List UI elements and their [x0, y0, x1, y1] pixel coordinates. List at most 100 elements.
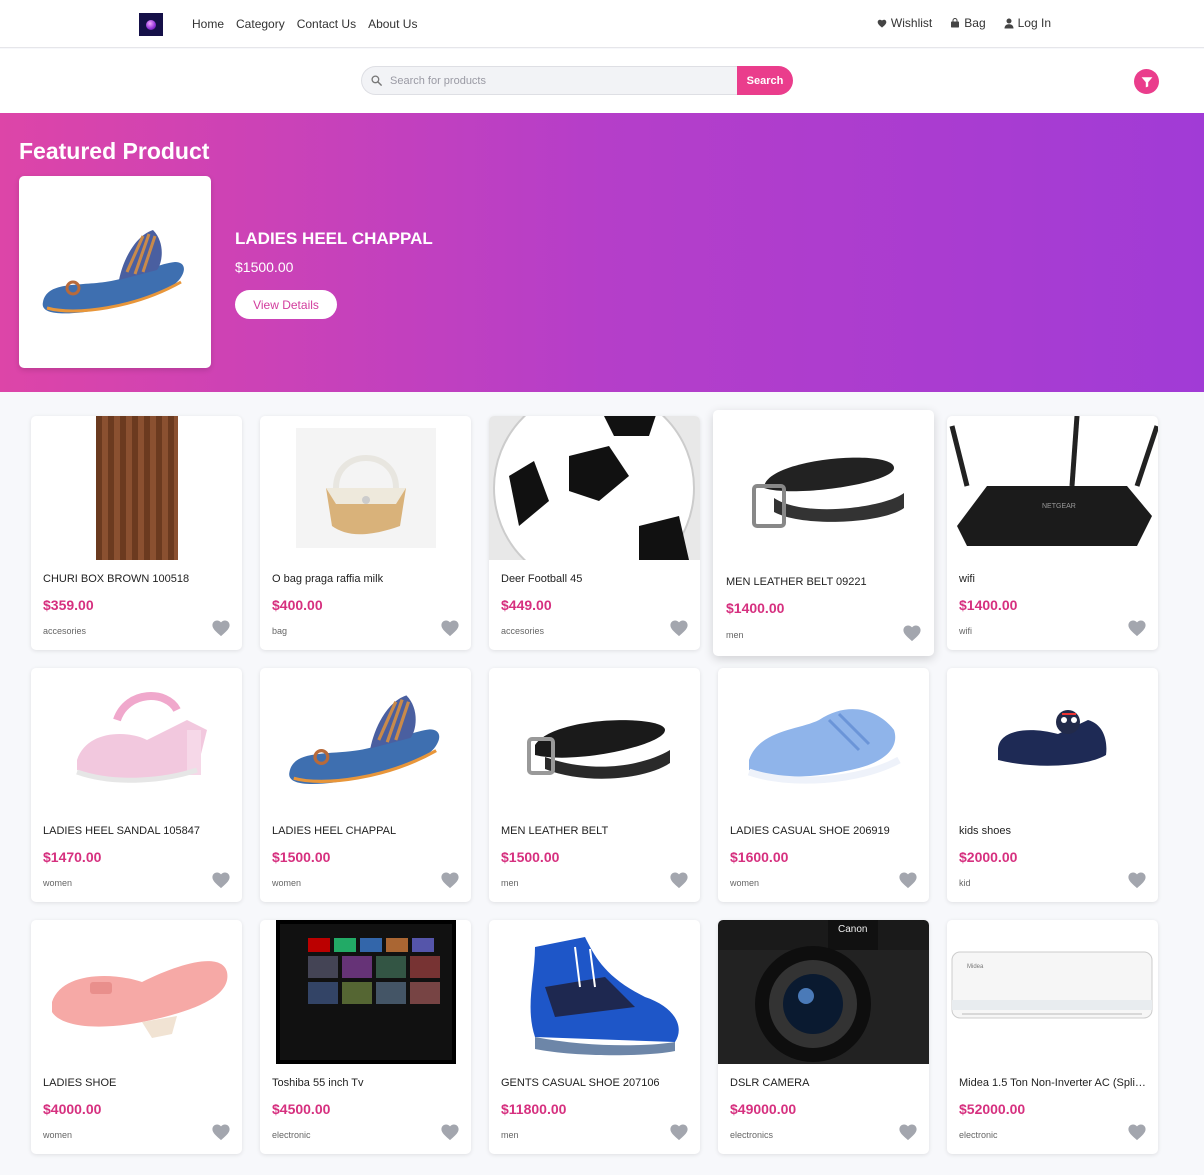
bag-label: Bag [964, 16, 986, 30]
product-name: LADIES SHOE [43, 1077, 117, 1089]
bag-icon [951, 18, 960, 28]
product-category: accesories [43, 626, 87, 636]
product-card[interactable]: CHURI BOX BROWN 100518 $359.00 accesories [31, 416, 242, 650]
product-card[interactable]: LADIES HEEL SANDAL 105847 $1470.00 women [31, 668, 242, 902]
product-image[interactable] [489, 920, 700, 1064]
product-card[interactable]: LADIES SHOE $4000.00 women [31, 920, 242, 1154]
product-card[interactable]: Toshiba 55 inch Tv $4500.00 electronic [260, 920, 471, 1154]
product-card[interactable]: MEN LEATHER BELT $1500.00 men [489, 668, 700, 902]
product-card[interactable]: NETGEAR wifi $1400.00 wifi [947, 416, 1158, 650]
product-price: $359.00 [43, 597, 94, 613]
bag-link[interactable]: Bag [950, 16, 986, 30]
wishlist-heart-icon[interactable] [440, 871, 460, 894]
product-category: women [43, 878, 73, 888]
wishlist-heart-icon[interactable] [898, 871, 918, 894]
product-category: men [501, 878, 519, 888]
product-category: women [272, 878, 302, 888]
search-form: Search [361, 66, 793, 95]
view-details-button[interactable]: View Details [235, 290, 337, 319]
product-card[interactable]: Deer Football 45 $449.00 accesories [489, 416, 700, 650]
featured-product-price: $1500.00 [235, 259, 294, 275]
product-price: $11800.00 [501, 1101, 567, 1117]
nav-link-category[interactable]: Category [236, 17, 285, 31]
search-bar: Search [0, 49, 1204, 113]
product-image[interactable]: Canon [718, 920, 929, 1064]
logo-orb-icon [146, 19, 156, 30]
product-name: MEN LEATHER BELT [501, 825, 609, 837]
product-name: DSLR CAMERA [730, 1077, 810, 1089]
product-category: accesories [501, 626, 545, 636]
product-name: LADIES CASUAL SHOE 206919 [730, 825, 890, 837]
product-card[interactable]: LADIES CASUAL SHOE 206919 $1600.00 women [718, 668, 929, 902]
nav-link-about[interactable]: About Us [368, 17, 417, 31]
wishlist-heart-icon[interactable] [1127, 871, 1147, 894]
wishlist-heart-icon[interactable] [440, 1123, 460, 1146]
product-card[interactable]: O bag praga raffia milk $400.00 bag [260, 416, 471, 650]
product-category: wifi [959, 626, 972, 636]
product-category: women [43, 1130, 73, 1140]
wishlist-heart-icon[interactable] [669, 1123, 689, 1146]
product-image[interactable] [260, 416, 471, 560]
wishlist-heart-icon[interactable] [902, 624, 922, 647]
search-icon [371, 75, 382, 86]
product-image[interactable]: Midea [947, 920, 1158, 1064]
product-name: LADIES HEEL SANDAL 105847 [43, 825, 200, 837]
product-card[interactable]: kids shoes $2000.00 kid [947, 668, 1158, 902]
product-image[interactable] [31, 668, 242, 812]
search-input[interactable] [390, 67, 730, 94]
wishlist-heart-icon[interactable] [211, 1123, 231, 1146]
nav-link-home[interactable]: Home [192, 17, 224, 31]
featured-product-image[interactable] [19, 176, 211, 368]
product-price: $52000.00 [959, 1101, 1026, 1117]
product-price: $449.00 [501, 597, 552, 613]
wishlist-heart-icon[interactable] [440, 619, 460, 642]
user-icon [1004, 18, 1014, 28]
wishlist-heart-icon[interactable] [669, 619, 689, 642]
product-image[interactable] [489, 668, 700, 812]
product-image[interactable] [260, 920, 471, 1064]
search-field[interactable] [361, 66, 737, 95]
product-image[interactable] [31, 416, 242, 560]
product-category: electronic [959, 1130, 998, 1140]
wishlist-heart-icon[interactable] [211, 871, 231, 894]
product-image[interactable]: NETGEAR [947, 416, 1158, 560]
wishlist-heart-icon[interactable] [898, 1123, 918, 1146]
product-name: GENTS CASUAL SHOE 207106 [501, 1077, 660, 1089]
wishlist-heart-icon[interactable] [211, 619, 231, 642]
product-category: kid [959, 878, 971, 888]
product-category: electronics [730, 1130, 774, 1140]
heart-icon [877, 19, 887, 28]
wishlist-heart-icon[interactable] [669, 871, 689, 894]
product-price: $1470.00 [43, 849, 102, 865]
product-image[interactable] [260, 668, 471, 812]
brand-logo[interactable] [139, 13, 163, 36]
product-image[interactable] [489, 416, 700, 560]
wishlist-label: Wishlist [890, 16, 933, 30]
product-image[interactable] [718, 416, 929, 560]
login-link[interactable]: Log In [1004, 16, 1051, 30]
featured-heading: Featured Product [19, 138, 210, 164]
product-card[interactable]: Canon DSLR CAMERA $49000.00 electronics [718, 920, 929, 1154]
product-image[interactable] [31, 920, 242, 1064]
nav-link-contact[interactable]: Contact Us [297, 17, 356, 31]
wishlist-link[interactable]: Wishlist [877, 16, 932, 30]
filter-icon [1141, 76, 1152, 87]
product-price: $1400.00 [959, 597, 1018, 613]
filter-button[interactable] [1134, 69, 1159, 94]
product-card[interactable]: Midea Midea 1.5 Ton Non-Inverter AC (Spli… [947, 920, 1158, 1154]
product-name: LADIES HEEL CHAPPAL [272, 825, 397, 837]
product-card[interactable]: MEN LEATHER BELT 09221 $1400.00 men [713, 410, 934, 656]
product-name: Deer Football 45 [501, 573, 583, 585]
product-category: men [501, 1130, 519, 1140]
search-button[interactable]: Search [737, 66, 793, 95]
sandal-image [42, 230, 184, 314]
wishlist-heart-icon[interactable] [1127, 1123, 1147, 1146]
product-card[interactable]: LADIES HEEL CHAPPAL $1500.00 women [260, 668, 471, 902]
product-image[interactable] [718, 668, 929, 812]
product-price: $1600.00 [730, 849, 789, 865]
product-image[interactable] [947, 668, 1158, 812]
top-navbar: Home Category Contact Us About Us Wishli… [0, 0, 1204, 48]
wishlist-heart-icon[interactable] [1127, 619, 1147, 642]
product-card[interactable]: GENTS CASUAL SHOE 207106 $11800.00 men [489, 920, 700, 1154]
product-price: $4500.00 [272, 1101, 331, 1117]
